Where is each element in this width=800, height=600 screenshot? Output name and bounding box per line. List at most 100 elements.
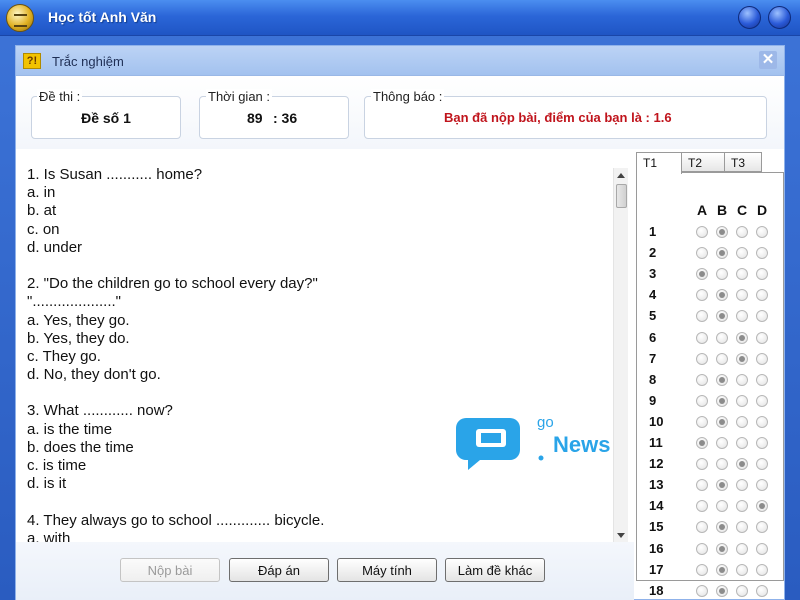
app-title: Học tốt Anh Văn [48,9,157,25]
row-number: 6 [649,329,657,345]
question-panel[interactable]: 1. Is Susan ........... home? a. in b. at c… [16,150,628,542]
answer-radio-c[interactable] [736,394,748,407]
answer-radio-b[interactable] [716,373,728,386]
answer-radio-c[interactable] [736,310,748,323]
answer-radio-d[interactable] [756,500,768,513]
answer-radio-a[interactable] [696,352,708,365]
tab-t3[interactable]: T3 [724,152,762,172]
new-exam-button[interactable]: Làm đề khác [445,558,545,582]
minimize-button[interactable] [738,6,761,29]
answer-radio-c[interactable] [736,373,748,386]
answer-radio-d[interactable] [756,352,768,365]
answer-radio-c[interactable] [736,479,748,492]
answer-radio-c[interactable] [736,437,748,449]
submit-button[interactable]: Nộp bài [120,558,220,582]
answer-radio-b[interactable] [716,584,728,597]
answer-radio-b[interactable] [716,394,728,407]
answer-radio-b[interactable] [716,415,728,428]
question-scrollbar[interactable] [613,168,628,542]
answer-radio-c[interactable] [736,352,748,365]
scroll-down-icon[interactable] [617,533,625,538]
answer-radio-d[interactable] [756,331,768,344]
answer-radio-d[interactable] [756,437,768,449]
answer-radio-a[interactable] [696,226,708,238]
answer-radio-a[interactable] [696,331,708,344]
answer-radio-a[interactable] [696,310,708,323]
close-app-button[interactable] [768,6,791,29]
answer-radio-c[interactable] [736,289,748,302]
answer-radio-d[interactable] [756,247,768,260]
answer-radio-a[interactable] [696,584,708,597]
dialog-titlebar: ?! Trắc nghiệm ✕ [16,46,784,76]
answer-radio-d[interactable] [756,310,768,323]
answer-radio-a[interactable] [696,437,708,449]
row-number: 13 [649,477,664,493]
scroll-up-icon[interactable] [617,173,625,178]
answer-radio-b[interactable] [716,563,728,576]
answer-radio-c[interactable] [736,247,748,260]
dialog-close-icon[interactable]: ✕ [759,51,777,69]
quiz-icon: ?! [23,53,41,69]
answer-radio-a[interactable] [696,268,708,281]
answer-radio-a[interactable] [696,500,708,513]
answer-radio-c[interactable] [736,521,748,534]
answer-radio-c[interactable] [736,331,748,344]
answer-radio-c[interactable] [736,563,748,576]
answer-radio-b[interactable] [716,352,728,365]
answer-radio-c[interactable] [736,500,748,513]
answer-radio-d[interactable] [756,542,768,555]
answer-radio-b[interactable] [716,247,728,260]
answer-radio-a[interactable] [696,415,708,428]
tab-t2[interactable]: T2 [681,152,725,172]
answer-radio-d[interactable] [756,584,768,597]
answer-radio-a[interactable] [696,521,708,534]
answer-radio-a[interactable] [696,247,708,260]
answer-radio-a[interactable] [696,458,708,471]
answer-radio-a[interactable] [696,394,708,407]
answer-radio-c[interactable] [736,268,748,281]
answers-button[interactable]: Đáp án [229,558,329,582]
answer-radio-b[interactable] [716,268,728,281]
answer-radio-d[interactable] [756,458,768,471]
answer-radio-b[interactable] [716,542,728,555]
answer-radio-b[interactable] [716,479,728,492]
answer-radio-d[interactable] [756,394,768,407]
answer-radio-d[interactable] [756,373,768,386]
answer-radio-a[interactable] [696,373,708,386]
column-head-a: A [696,202,708,218]
answer-radio-c[interactable] [736,542,748,555]
answer-radio-d[interactable] [756,521,768,534]
answer-radio-d[interactable] [756,563,768,576]
row-number: 18 [649,582,664,598]
answer-radio-d[interactable] [756,226,768,238]
answer-radio-b[interactable] [716,226,728,238]
answer-radio-a[interactable] [696,479,708,492]
answer-radio-b[interactable] [716,500,728,513]
answer-radio-b[interactable] [716,331,728,344]
answer-radio-d[interactable] [756,415,768,428]
answer-radio-c[interactable] [736,458,748,471]
answer-radio-b[interactable] [716,289,728,302]
answer-sheet: T1 T2 T3 A B C D 1 2 3 4 5 6 7 8 9 10 11 12 13 14 15 16… [636,152,784,600]
answer-radio-c[interactable] [736,415,748,428]
calculator-button[interactable]: Máy tính [337,558,437,582]
answer-radio-a[interactable] [696,542,708,555]
question-line: "...................." [27,293,121,311]
question-line: d. under [27,238,83,256]
answer-radio-c[interactable] [736,584,748,597]
answer-radio-a[interactable] [696,289,708,302]
answer-radio-b[interactable] [716,521,728,534]
row-number: 9 [649,392,657,408]
answer-radio-b[interactable] [716,310,728,323]
answer-radio-b[interactable] [716,458,728,471]
answer-radio-c[interactable] [736,226,748,238]
answer-radio-a[interactable] [696,563,708,576]
question-line: d. No, they don't go. [27,366,161,384]
question-line: 2. "Do the children go to school every d… [27,275,318,293]
scroll-thumb[interactable] [616,184,627,208]
tab-t1[interactable]: T1 [636,152,682,174]
answer-radio-b[interactable] [716,437,728,449]
answer-radio-d[interactable] [756,268,768,281]
answer-radio-d[interactable] [756,289,768,302]
answer-radio-d[interactable] [756,479,768,492]
